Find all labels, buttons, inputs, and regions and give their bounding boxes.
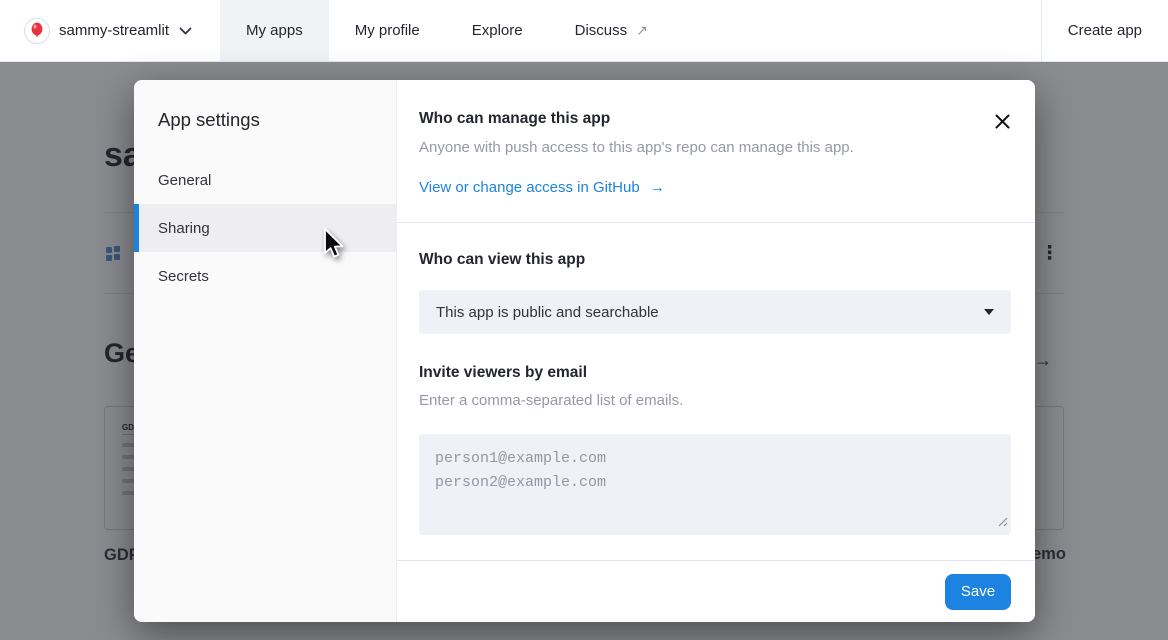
sidebar-item-label: General — [158, 172, 211, 189]
workspace-name: sammy-streamlit — [59, 22, 169, 39]
close-icon — [995, 114, 1010, 129]
github-access-link[interactable]: View or change access in GitHub → — [419, 179, 665, 196]
manage-description: Anyone with push access to this app's re… — [419, 139, 1011, 156]
invite-emails-textarea[interactable] — [419, 434, 1011, 535]
nav-tab-my-apps[interactable]: My apps — [220, 0, 329, 61]
caret-down-icon — [984, 309, 994, 315]
nav-tab-discuss[interactable]: Discuss ↗ — [549, 0, 674, 61]
modal-title: App settings — [134, 106, 396, 134]
nav-tabs: My apps My profile Explore Discuss ↗ — [220, 0, 674, 61]
sidebar-item-general[interactable]: General — [134, 156, 396, 204]
nav-tab-explore[interactable]: Explore — [446, 0, 549, 61]
manage-section: Who can manage this app Anyone with push… — [397, 80, 1035, 222]
sidebar-item-secrets[interactable]: Secrets — [134, 252, 396, 300]
view-section: Who can view this app This app is public… — [397, 223, 1035, 560]
sidebar-item-label: Secrets — [158, 268, 209, 285]
chevron-down-icon — [179, 27, 192, 35]
save-button[interactable]: Save — [945, 574, 1011, 610]
visibility-dropdown-value: This app is public and searchable — [436, 304, 659, 321]
sidebar-item-sharing[interactable]: Sharing — [134, 204, 396, 252]
nav-tab-label: Discuss — [575, 22, 628, 39]
balloon-icon — [29, 22, 45, 40]
top-nav: sammy-streamlit My apps My profile Explo… — [0, 0, 1168, 62]
visibility-dropdown[interactable]: This app is public and searchable — [419, 290, 1011, 334]
create-app-button[interactable]: Create app — [1041, 0, 1168, 61]
nav-tab-label: My profile — [355, 22, 420, 39]
invite-title: Invite viewers by email — [419, 364, 1011, 382]
settings-sidebar: App settings General Sharing Secrets — [134, 80, 397, 622]
screen: sa ⋮ Get → GD GDP emo — [0, 0, 1168, 640]
view-title: Who can view this app — [419, 251, 1011, 269]
github-access-link-label: View or change access in GitHub — [419, 179, 640, 196]
invite-emails-field-wrap: person1@example.com person2@example.com — [419, 434, 1011, 535]
manage-title: Who can manage this app — [419, 110, 1011, 128]
create-app-label: Create app — [1068, 22, 1142, 39]
close-button[interactable] — [992, 111, 1012, 131]
workspace-avatar — [24, 18, 50, 44]
nav-tab-label: My apps — [246, 22, 303, 39]
app-settings-modal: App settings General Sharing Secrets Who… — [134, 80, 1035, 622]
modal-footer: Save — [397, 560, 1035, 622]
sidebar-item-label: Sharing — [158, 220, 210, 237]
external-link-icon: ↗ — [636, 22, 648, 39]
nav-tab-my-profile[interactable]: My profile — [329, 0, 446, 61]
workspace-switcher[interactable]: sammy-streamlit — [0, 0, 192, 61]
settings-content: Who can manage this app Anyone with push… — [397, 80, 1035, 622]
nav-tab-label: Explore — [472, 22, 523, 39]
invite-description: Enter a comma-separated list of emails. — [419, 392, 1011, 409]
arrow-right-icon: → — [650, 179, 665, 196]
